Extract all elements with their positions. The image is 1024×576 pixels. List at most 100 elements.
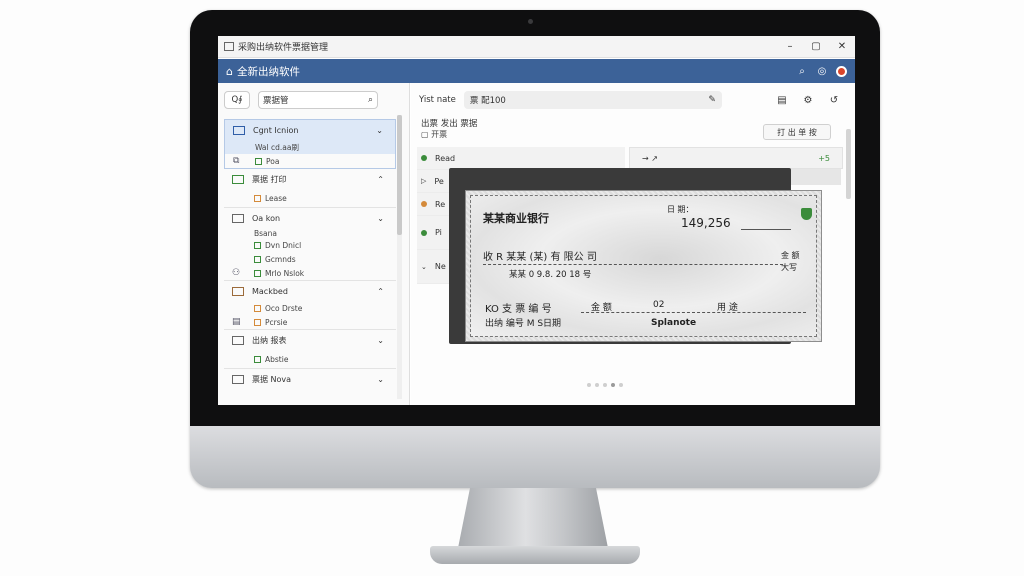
sidebar-search[interactable]: ⌕ [258, 91, 378, 109]
edit-icon[interactable]: ✎ [708, 95, 716, 105]
status-dot-icon [421, 201, 427, 207]
checkbox[interactable] [254, 255, 261, 263]
print-button[interactable]: 打 出 单 按 [763, 124, 831, 140]
sidebar-group-3[interactable]: Oa kon ⌄ Bsana Dvn Dnicl Gcmnds ⚇ Mrlo Nsl… [224, 208, 396, 281]
sidebar-group-1[interactable]: Cgnt Icnion ⌄ Wal cd.aa刷 ⧉ Poa [224, 119, 396, 169]
list-icon: ▤ [232, 317, 241, 327]
chevron-up-icon[interactable]: ⌃ [377, 175, 384, 184]
field-label: Yist nate [419, 95, 456, 105]
micr-line: 出纳 编号 M S日期 [485, 319, 562, 329]
undo-icon[interactable]: ↺ [821, 95, 847, 106]
sidebar-group-5[interactable]: 出纳 报表 ⌄ Abstie [224, 330, 396, 369]
add-icon[interactable]: +5 [818, 154, 830, 163]
chevron-down-icon[interactable]: ⌄ [377, 375, 384, 384]
list-view-icon[interactable]: ▤ [769, 95, 795, 106]
checkbox[interactable] [254, 304, 261, 312]
group-label: Mackbed [252, 286, 288, 296]
group-label: 出纳 报表 [252, 335, 287, 345]
memo-code: 02 [653, 300, 665, 310]
section-subtitle: ▢ 开票 [421, 130, 448, 139]
monitor-stand-foot [430, 546, 640, 564]
gear-icon[interactable]: ⚙ [795, 95, 821, 106]
monitor-stand-neck [458, 488, 608, 548]
carousel-pager [585, 383, 625, 387]
window-title: 采购出纳软件票据管理 [238, 43, 329, 53]
search-icon[interactable]: ⌕ [368, 95, 373, 105]
pager-dot[interactable] [587, 383, 591, 387]
checkbox[interactable] [255, 157, 262, 165]
record-icon[interactable] [836, 65, 847, 77]
main-scrollbar[interactable] [846, 129, 851, 199]
combo-value: 票 配100 [469, 96, 506, 106]
minimize-button[interactable]: – [777, 36, 803, 58]
list-item[interactable]: Dvn Dnicl [265, 241, 301, 250]
detail-header: → ↗ +5 [629, 147, 843, 169]
users-icon: ⧉ [233, 156, 240, 166]
section-title: 出票 发出 票据 [421, 119, 478, 129]
filter-combo[interactable]: 票 配100 ✎ [463, 91, 722, 109]
pager-dot[interactable] [603, 383, 607, 387]
play-icon: ▷ [421, 177, 427, 185]
maximize-button[interactable]: ▢ [803, 36, 829, 58]
sidebar-toolbar: Q∮ ⌕ [224, 91, 378, 109]
home-icon[interactable]: ⌂ [226, 65, 233, 78]
folder-icon [232, 213, 244, 223]
checkbox[interactable] [254, 269, 261, 277]
sidebar-group-2[interactable]: 票据 打印 ⌃ Lease [224, 169, 396, 208]
share-icon[interactable]: → ↗ [642, 154, 658, 163]
chevron-down-icon[interactable]: ⌄ [376, 126, 383, 135]
list-item[interactable]: Lease [265, 194, 287, 203]
checkbox[interactable] [254, 194, 261, 202]
pager-dot[interactable] [619, 383, 623, 387]
group-subhead: Wal cd.aa刷 [255, 142, 299, 152]
chevron-down-icon[interactable]: ⌄ [377, 214, 384, 223]
document-icon [233, 125, 245, 135]
pager-dot[interactable] [595, 383, 599, 387]
checkbox[interactable] [254, 355, 261, 363]
right-label-amount: 金 额 [781, 251, 800, 260]
window-controls: – ▢ ✕ [777, 36, 855, 58]
list-item[interactable]: Abstie [265, 355, 288, 364]
settings-icon[interactable]: ◎ [812, 66, 832, 77]
list-item[interactable]: Poa [266, 157, 279, 166]
payee-underline [483, 264, 783, 265]
payee-line: 收 R 某某 (某) 有 限公 司 [483, 252, 597, 263]
chevron-down-icon: ⌄ [421, 262, 427, 271]
filter-button[interactable]: Q∮ [224, 91, 250, 109]
chevron-up-icon[interactable]: ⌃ [377, 287, 384, 296]
webcam-icon [528, 19, 533, 24]
scene: 采购出纳软件票据管理 – ▢ ✕ ⌂ 全新出纳软件 ⌕ ◎ Q∮ ⌕ [0, 0, 1024, 576]
sidebar-scrollbar[interactable] [397, 115, 402, 399]
signature: Splanote [651, 318, 697, 328]
search-input[interactable] [263, 95, 359, 105]
date-label: 日 期： [667, 205, 694, 214]
table-row[interactable]: Read [417, 147, 625, 170]
checkbox[interactable] [254, 241, 261, 249]
list-item[interactable]: Mrlo Nslok [265, 269, 304, 278]
folder-icon [232, 374, 244, 384]
checkbox[interactable] [254, 318, 261, 326]
sidebar-group-6[interactable]: 票据 Nova ⌄ [224, 369, 396, 389]
group-subhead: Bsana [254, 228, 277, 238]
check-image[interactable]: 某某商业银行 日 期： 149,256 收 R 某某 (某) 有 限公 司 某某… [465, 190, 822, 342]
sidebar-list: Cgnt Icnion ⌄ Wal cd.aa刷 ⧉ Poa 票据 打印 ⌃ Leas… [224, 119, 396, 389]
list-item[interactable]: Gcmnds [265, 255, 296, 264]
check-body: 某某商业银行 日 期： 149,256 收 R 某某 (某) 有 限公 司 某某… [470, 195, 817, 337]
group-label: Oa kon [252, 213, 281, 223]
close-button[interactable]: ✕ [829, 36, 855, 58]
pager-dot-active[interactable] [611, 383, 615, 387]
window-titlebar: 采购出纳软件票据管理 – ▢ ✕ [218, 36, 855, 58]
scrollbar-thumb[interactable] [397, 115, 402, 235]
sidebar-group-4[interactable]: Mackbed ⌃ Oco Drste ▤ Pcrsie [224, 281, 396, 330]
list-item[interactable]: Oco Drste [265, 304, 302, 313]
list-item[interactable]: Pcrsie [265, 318, 287, 327]
group-label: Cgnt Icnion [253, 125, 299, 135]
bank-name: 某某商业银行 [483, 212, 549, 225]
status-dot-icon [421, 229, 427, 236]
status-dot-icon [421, 155, 427, 161]
chevron-down-icon[interactable]: ⌄ [377, 336, 384, 345]
search-icon[interactable]: ⌕ [792, 66, 812, 77]
amount-words: 某某 0 9.8. 20 18 号 [509, 270, 592, 280]
app-window-icon [224, 42, 234, 51]
monitor-chin [190, 426, 880, 488]
